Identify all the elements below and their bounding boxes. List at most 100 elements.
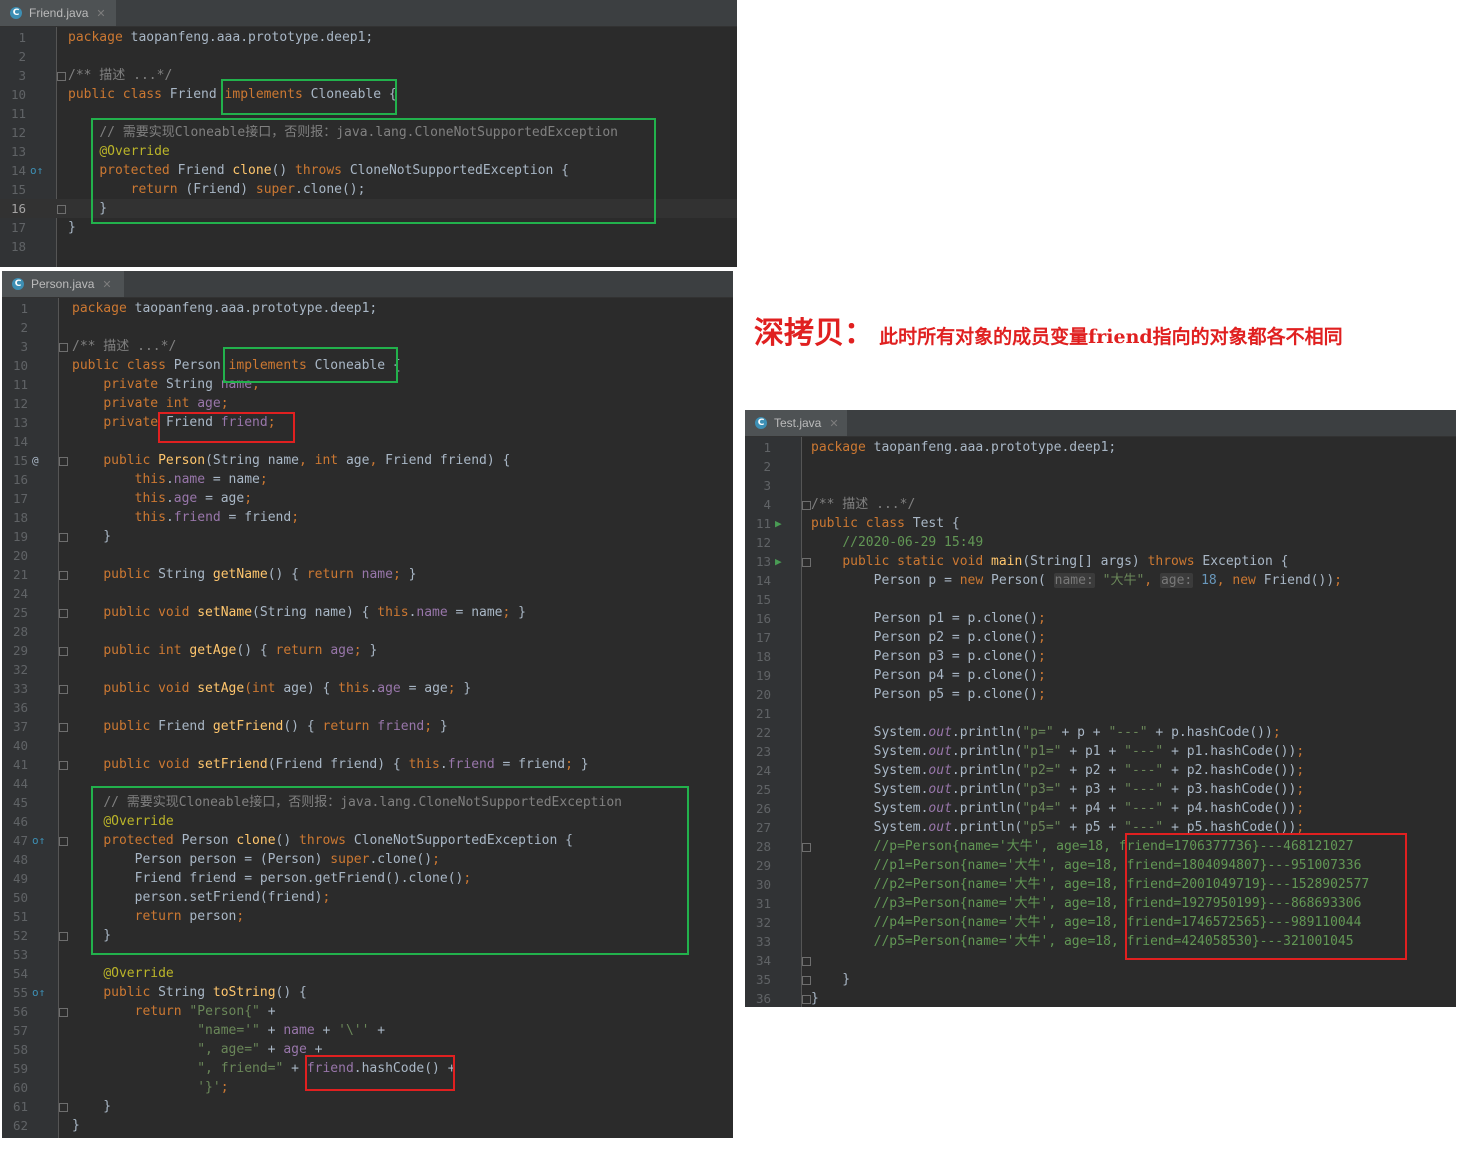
code-line: person.setFriend(friend); — [134, 890, 331, 905]
code-line: this.friend = friend; — [134, 510, 300, 525]
line-number: 3 — [763, 478, 771, 493]
fold-icon[interactable] — [59, 343, 68, 352]
override-icon[interactable]: o↑ — [32, 983, 45, 1002]
fold-icon[interactable] — [802, 501, 811, 510]
editor-person-java[interactable]: C Person.java ✕ 1 package taopanfeng.aaa.… — [2, 271, 733, 1138]
fold-icon[interactable] — [57, 205, 66, 214]
line-number: 51 — [12, 909, 28, 924]
line-number: 41 — [12, 757, 28, 772]
fold-icon[interactable] — [802, 976, 811, 985]
code-line: protected Friend clone() throws CloneNot… — [99, 163, 569, 178]
line-number: 13 — [755, 554, 771, 569]
run-icon[interactable]: ▶ — [775, 552, 782, 571]
line-number: 29 — [12, 643, 28, 658]
code-line: Person p1 = p.clone(); — [873, 611, 1046, 626]
line-number: 19 — [12, 529, 28, 544]
fold-icon[interactable] — [802, 957, 811, 966]
code-line: public void setName(String name) { this.… — [103, 605, 526, 620]
code-line: System.out.println("p2=" + p2 + "---" + … — [873, 763, 1305, 778]
code-line: System.out.println("p4=" + p4 + "---" + … — [873, 801, 1305, 816]
run-icon[interactable]: ▶ — [775, 514, 782, 533]
line-number: 3 — [18, 68, 26, 83]
code-line: public int getAge() { return age; } — [103, 643, 378, 658]
fold-icon[interactable] — [59, 761, 68, 770]
fold-icon[interactable] — [59, 571, 68, 580]
line-number: 40 — [12, 738, 28, 753]
line-number: 28 — [12, 624, 28, 639]
annotation-icon[interactable]: @ — [32, 451, 39, 470]
close-icon[interactable]: ✕ — [96, 7, 105, 20]
caption-text: 此时所有对象的成员变量friend指向的对象都各不相同 — [879, 326, 1343, 348]
fold-icon[interactable] — [59, 1103, 68, 1112]
line-number: 12 — [10, 125, 26, 140]
override-icon[interactable]: o↑ — [30, 161, 43, 180]
line-number: 18 — [755, 649, 771, 664]
code-line: public String toString() { — [103, 985, 307, 1000]
line-number: 15 — [12, 453, 28, 468]
code-line: Friend friend = person.getFriend().clone… — [134, 871, 472, 886]
line-number: 28 — [755, 839, 771, 854]
code-line: /** 描述 ...*/ — [72, 339, 177, 354]
line-number: 11 — [10, 106, 26, 121]
fold-icon[interactable] — [802, 558, 811, 567]
fold-icon[interactable] — [802, 995, 811, 1004]
line-number: 50 — [12, 890, 28, 905]
line-number: 45 — [12, 795, 28, 810]
tab-person-java[interactable]: C Person.java ✕ — [2, 271, 124, 297]
code-line: protected Person clone() throws CloneNot… — [103, 833, 573, 848]
line-number: 61 — [12, 1099, 28, 1114]
line-number: 53 — [12, 947, 28, 962]
line-number: 60 — [12, 1080, 28, 1095]
fold-icon[interactable] — [57, 72, 66, 81]
fold-icon[interactable] — [802, 843, 811, 852]
fold-icon[interactable] — [59, 837, 68, 846]
line-number: 44 — [12, 776, 28, 791]
code-line: return (Friend) super.clone(); — [130, 182, 366, 197]
line-number: 2 — [763, 459, 771, 474]
line-number: 20 — [12, 548, 28, 563]
fold-icon[interactable] — [59, 647, 68, 656]
code-line: @Override — [103, 814, 174, 829]
code-line: Person p3 = p.clone(); — [873, 649, 1046, 664]
line-number: 48 — [12, 852, 28, 867]
fold-icon[interactable] — [59, 723, 68, 732]
line-number: 34 — [755, 953, 771, 968]
line-number: 11 — [755, 516, 771, 531]
java-class-icon: C — [10, 7, 22, 19]
line-number: 54 — [12, 966, 28, 981]
fold-icon[interactable] — [59, 932, 68, 941]
line-number: 17 — [10, 220, 26, 235]
line-number: 49 — [12, 871, 28, 886]
line-number: 62 — [12, 1118, 28, 1133]
line-number: 12 — [755, 535, 771, 550]
close-icon[interactable]: ✕ — [102, 278, 111, 291]
line-number: 36 — [12, 700, 28, 715]
code-line: Person p4 = p.clone(); — [873, 668, 1046, 683]
line-number: 20 — [755, 687, 771, 702]
code-line: } — [72, 1118, 80, 1133]
override-icon[interactable]: o↑ — [32, 831, 45, 850]
line-number: 21 — [12, 567, 28, 582]
line-number: 1 — [18, 30, 26, 45]
fold-icon[interactable] — [59, 533, 68, 542]
code-line: } — [68, 201, 108, 216]
editor-test-java[interactable]: C Test.java ✕ 1 package taopanfeng.aaa.pr… — [745, 410, 1456, 1007]
code-line: System.out.println("p5=" + p5 + "---" + … — [873, 820, 1305, 835]
code-line: // 需要实现Cloneable接口，否则报：java.lang.CloneNo… — [103, 795, 622, 810]
line-number: 14 — [12, 434, 28, 449]
code-line: package taopanfeng.aaa.prototype.deep1; — [68, 30, 374, 45]
fold-icon[interactable] — [59, 685, 68, 694]
code-line: public class Friend implements Cloneable… — [68, 87, 397, 102]
fold-icon[interactable] — [59, 1008, 68, 1017]
fold-icon[interactable] — [59, 457, 68, 466]
editor-friend-java[interactable]: C Friend.java ✕ 1 package taopanfeng.aaa.… — [0, 0, 737, 267]
caption-title: 深拷贝： — [754, 316, 874, 351]
code-line: } — [72, 529, 112, 544]
tab-friend-java[interactable]: C Friend.java ✕ — [0, 0, 116, 26]
line-number: 32 — [755, 915, 771, 930]
line-number: 27 — [755, 820, 771, 835]
line-number: 22 — [755, 725, 771, 740]
fold-icon[interactable] — [59, 609, 68, 618]
close-icon[interactable]: ✕ — [829, 417, 838, 430]
tab-test-java[interactable]: C Test.java ✕ — [745, 410, 847, 436]
